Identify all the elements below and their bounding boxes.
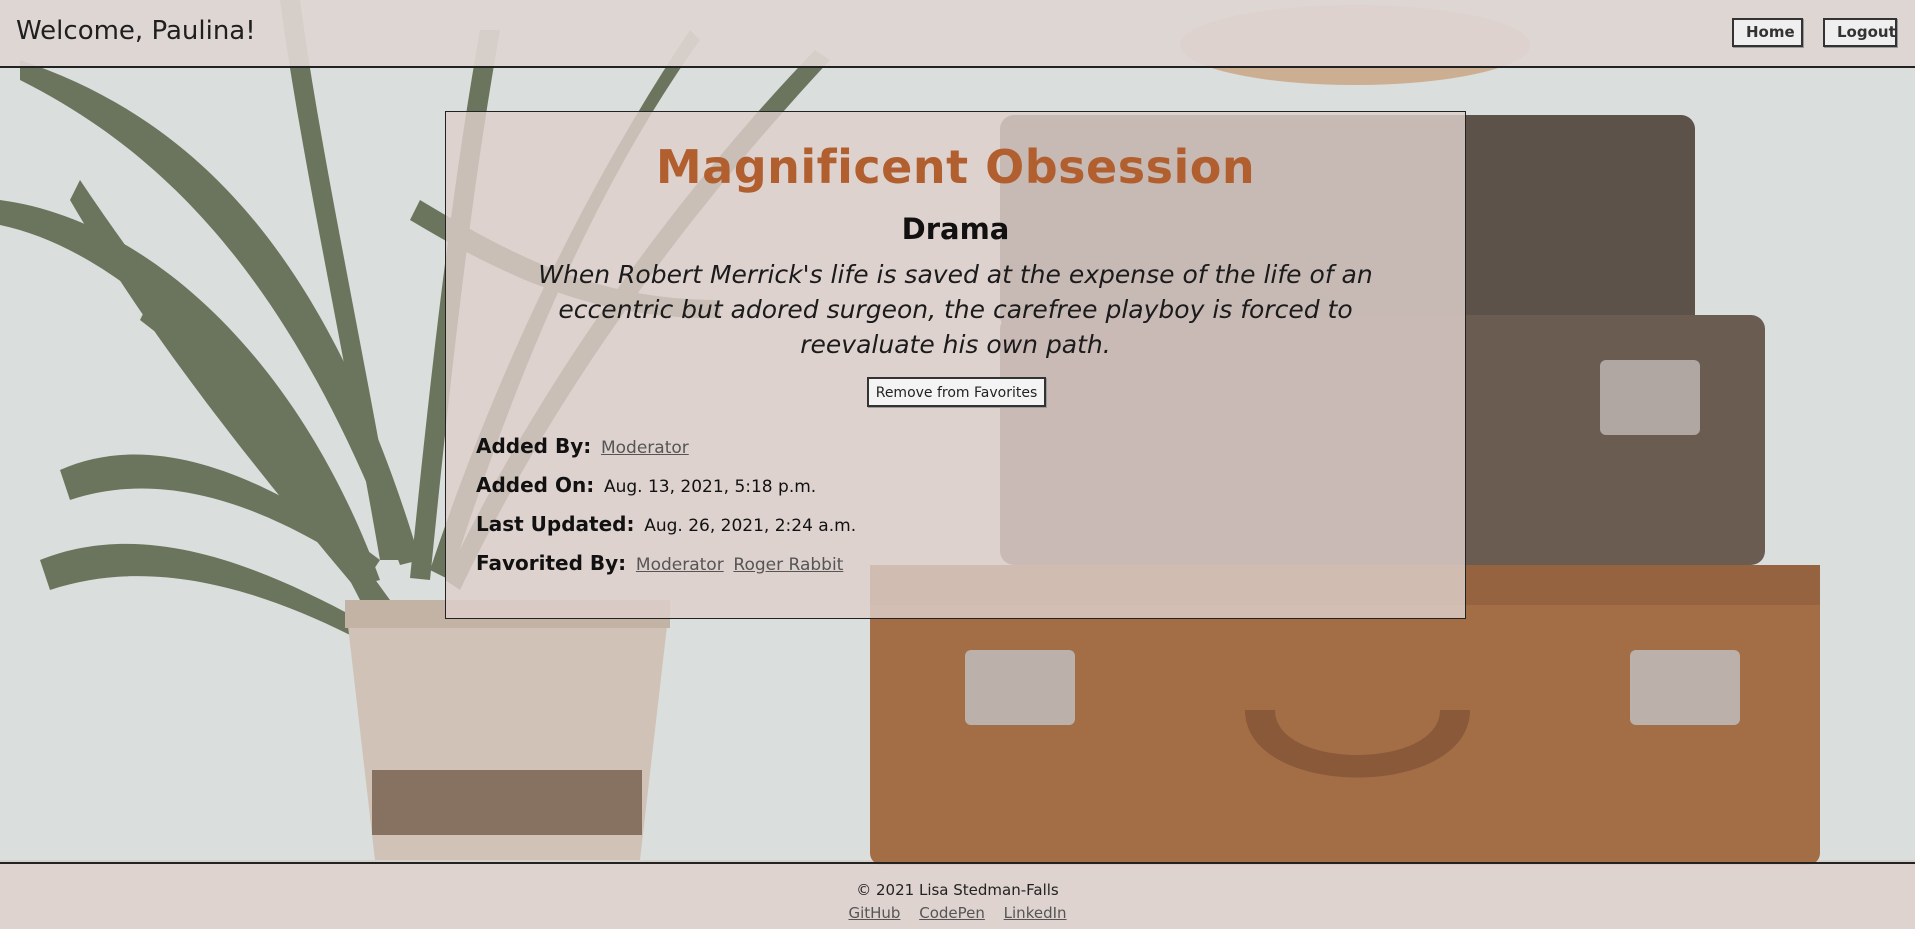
added-by-label: Added By: [476,434,592,458]
movie-genre: Drama [901,212,1010,246]
movie-description: When Robert Merrick's life is saved at t… [538,260,1373,359]
welcome-message: Welcome, Paulina! [16,16,256,46]
last-updated-value: Aug. 26, 2021, 2:24 a.m. [644,516,857,536]
favorited-by-user-link[interactable]: Roger Rabbit [733,555,843,575]
movie-title: Magnificent Obsession [655,140,1256,194]
github-link[interactable]: GitHub [848,904,900,922]
home-button[interactable]: Home [1732,18,1803,47]
footer: © 2021 Lisa Stedman-Falls GitHub CodePen… [0,862,1915,929]
linkedin-link[interactable]: LinkedIn [1004,904,1067,922]
top-navbar: Welcome, Paulina! Home Logout [0,0,1915,68]
favorited-by-label: Favorited By: [476,551,627,575]
last-updated-label: Last Updated: [476,512,635,536]
copyright-text: © 2021 Lisa Stedman-Falls [856,881,1059,899]
movie-detail-card: Magnificent Obsession Drama When Robert … [445,111,1466,619]
last-updated-row: Last Updated: Aug. 26, 2021, 2:24 a.m. [476,512,856,536]
footer-links: GitHub CodePen LinkedIn [0,904,1915,922]
added-on-label: Added On: [476,473,595,497]
added-on-value: Aug. 13, 2021, 5:18 p.m. [603,477,817,497]
remove-from-favorites-button[interactable]: Remove from Favorites [867,377,1046,407]
added-by-row: Added By: Moderator [476,434,689,458]
codepen-link[interactable]: CodePen [919,904,985,922]
added-on-row: Added On: Aug. 13, 2021, 5:18 p.m. [476,473,816,497]
favorited-by-user-link[interactable]: Moderator [636,555,724,575]
page: Welcome, Paulina! Home Logout Magnificen… [0,0,1915,929]
logout-button[interactable]: Logout [1823,18,1897,47]
favorited-by-row: Favorited By: Moderator Roger Rabbit [476,551,843,575]
added-by-user-link[interactable]: Moderator [601,438,689,458]
